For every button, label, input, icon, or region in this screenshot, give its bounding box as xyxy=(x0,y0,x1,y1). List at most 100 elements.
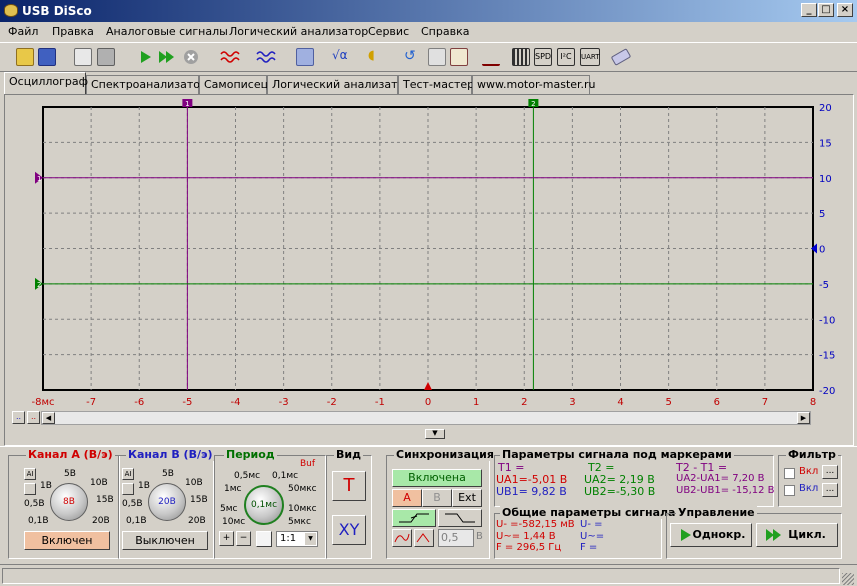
y-tick-label: 5 xyxy=(819,209,825,220)
marker-dub: UB2-UB1= -15,12 В xyxy=(676,485,775,496)
x-tick-label: 7 xyxy=(762,397,768,408)
menu-service[interactable]: Сервис xyxy=(368,25,409,38)
channel-b-ai-toggle[interactable]: AI xyxy=(122,468,134,480)
calculator-icon[interactable] xyxy=(296,48,314,66)
stop-icon[interactable] xyxy=(182,48,200,66)
scroll-left-arrow[interactable]: ◀ xyxy=(42,412,55,424)
view-t-button[interactable]: T xyxy=(332,471,366,501)
view-xy-button[interactable]: XY xyxy=(332,515,366,545)
zoom-out-icon[interactable]: − xyxy=(236,531,251,546)
sync-a-button[interactable]: A xyxy=(392,489,422,507)
y-tick-label: 0 xyxy=(819,245,825,256)
sync-mode-icon-1[interactable] xyxy=(392,529,412,547)
tab-spectrum[interactable]: Спектроанализатор xyxy=(86,75,207,94)
open-icon[interactable] xyxy=(16,48,34,66)
page-icon[interactable] xyxy=(256,531,272,547)
falling-edge-icon[interactable] xyxy=(438,509,482,527)
markers-title: Параметры сигнала под маркерами xyxy=(500,448,734,461)
filter-a-settings-button[interactable]: ... xyxy=(822,465,838,479)
scroll-right-arrow[interactable]: ▶ xyxy=(797,412,810,424)
rising-edge-icon[interactable] xyxy=(392,509,436,527)
x-tick-label: 1 xyxy=(473,397,479,408)
menu-logic[interactable]: Логический анализатор xyxy=(229,25,368,38)
chB-scale-01v: 0,1В xyxy=(126,516,147,526)
period-knob[interactable]: 0,1мс xyxy=(244,485,284,525)
grid-icon[interactable] xyxy=(450,48,468,66)
print-preview-icon[interactable] xyxy=(74,48,92,66)
x-tick-label: -1 xyxy=(375,397,385,408)
tab-logic-analyzer[interactable]: Логический анализатор xyxy=(267,75,411,94)
sync-ext-button[interactable]: Ext xyxy=(452,489,482,507)
x-tick-label: -6 xyxy=(134,397,144,408)
x-tick-label: -8мс xyxy=(31,397,54,408)
sync-enabled-button[interactable]: Включена xyxy=(392,469,482,487)
x-tick-label: -3 xyxy=(279,397,289,408)
run-icon[interactable] xyxy=(136,48,154,66)
x-tick-label: -7 xyxy=(86,397,96,408)
channel-b-icon[interactable] xyxy=(256,48,276,66)
channel-a-enable-button[interactable]: Включен xyxy=(24,531,110,550)
period-label-10ms: 10мс xyxy=(222,517,246,527)
close-button[interactable]: × xyxy=(837,3,853,17)
menu-edit[interactable]: Правка xyxy=(52,25,94,38)
sync-mode-icon-2[interactable] xyxy=(414,529,434,547)
run-fast-icon xyxy=(766,529,781,541)
channel-a-coupling-toggle[interactable] xyxy=(24,483,36,495)
run-fast-icon[interactable] xyxy=(158,48,176,66)
zoom-in-icon[interactable]: + xyxy=(219,531,234,546)
chevron-down-icon[interactable]: ▼ xyxy=(305,533,316,545)
channel-b-coupling-toggle[interactable] xyxy=(122,483,134,495)
print-icon[interactable] xyxy=(97,48,115,66)
scroll-left-button-b[interactable]: .. xyxy=(27,411,40,424)
oscilloscope-plot[interactable]: -8мс -7 -6 -5 -4 -3 -2 -1 0 1 2 3 4 5 6 7 820151050-5-10… xyxy=(5,95,853,445)
tab-website[interactable]: www.motor-master.ru xyxy=(472,75,596,94)
tab-test-master[interactable]: Тест-мастер xyxy=(398,75,474,94)
marker-dua: UA2-UA1= 7,20 В xyxy=(676,473,765,484)
tab-recorder[interactable]: Самописец xyxy=(199,75,268,94)
chip-icon[interactable] xyxy=(512,48,530,66)
chB-scale-20v: 20В xyxy=(188,516,206,526)
uart-icon[interactable]: UART xyxy=(580,48,600,66)
channel-b-volts-knob[interactable]: 20В xyxy=(148,483,186,521)
channel-b-enable-button[interactable]: Выключен xyxy=(122,531,208,550)
filter-b-settings-button[interactable]: ... xyxy=(822,483,838,497)
filter-a-checkbox[interactable] xyxy=(784,468,795,479)
marker-t2-handle-label: 2 xyxy=(531,100,535,108)
period-label-1ms: 1мс xyxy=(224,484,242,494)
menu-help[interactable]: Справка xyxy=(421,25,469,38)
collapse-button[interactable]: ▼ xyxy=(425,429,445,439)
maximize-button[interactable]: □ xyxy=(818,3,834,17)
y-tick-label: 20 xyxy=(819,103,832,114)
formula-icon[interactable]: √α xyxy=(332,48,350,66)
period-knob-value: 0,1мс xyxy=(250,500,278,510)
filter-b-checkbox[interactable] xyxy=(784,485,795,496)
eraser-icon[interactable] xyxy=(610,48,632,66)
i2c-icon[interactable]: I²C xyxy=(557,48,575,66)
channel-a-volts-knob[interactable]: 8В xyxy=(50,483,88,521)
resize-grip-icon[interactable] xyxy=(842,573,854,585)
spd-icon[interactable]: SPD xyxy=(534,48,552,66)
x-tick-label: 0 xyxy=(425,397,431,408)
scale-icon[interactable] xyxy=(482,48,500,66)
cycle-button[interactable]: Цикл. xyxy=(756,523,838,547)
single-shot-button[interactable]: Однокр. xyxy=(670,523,752,547)
sync-level-field[interactable]: 0,5 xyxy=(438,529,474,547)
horizontal-scrollbar[interactable]: ◀ ▶ xyxy=(41,411,811,425)
y-tick-label: -5 xyxy=(819,280,829,291)
channel-a-icon[interactable] xyxy=(220,48,240,66)
tab-oscilloscope[interactable]: Осциллограф xyxy=(4,72,88,94)
save-icon[interactable] xyxy=(38,48,56,66)
filter-panel xyxy=(778,455,842,507)
list-icon[interactable] xyxy=(428,48,446,66)
channel-a-ai-toggle[interactable]: AI xyxy=(24,468,36,480)
sync-b-button[interactable]: B xyxy=(422,489,452,507)
ratio-select[interactable]: 1:1 ▼ xyxy=(276,531,318,547)
menu-analog[interactable]: Аналоговые сигналы xyxy=(106,25,228,38)
refresh-icon[interactable]: ↺ xyxy=(404,48,422,66)
minimize-button[interactable]: _ xyxy=(801,3,817,17)
menu-file[interactable]: Файл xyxy=(8,25,38,38)
x-tick-label: 6 xyxy=(714,397,720,408)
sound-icon[interactable]: ◖ xyxy=(368,48,386,66)
scroll-left-button-a[interactable]: .. xyxy=(12,411,25,424)
app-icon xyxy=(4,4,18,17)
